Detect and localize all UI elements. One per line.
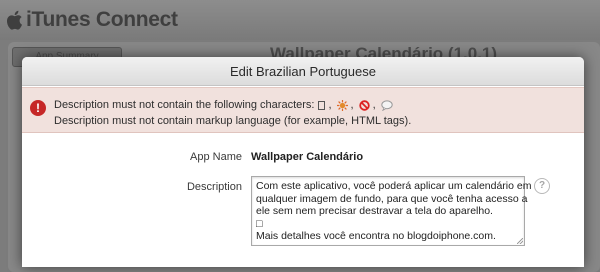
error-message-characters-text: Description must not contain the followi… [54,99,315,111]
app-name-value: Wallpaper Calendário [251,151,364,163]
error-banner: ! Description must not contain the follo… [22,87,584,133]
help-icon[interactable]: ? [534,178,550,194]
box-char-icon [318,100,326,110]
error-icon: ! [30,100,46,116]
description-label: Description [186,181,242,193]
edit-localization-modal: Edit Brazilian Portuguese ! Description … [22,57,584,267]
description-line: qualquer imagem de fundo, para que você … [256,192,528,205]
description-line: □ [256,217,263,230]
description-line: Mais detalhes você encontra no blogdoiph… [256,230,496,242]
error-message-characters: Description must not contain the followi… [54,99,393,111]
apple-logo-icon [7,10,22,30]
error-message-markup: Description must not contain markup lang… [54,115,412,127]
app-header: iTunes Connect [0,0,600,40]
app-name-label: App Name [190,151,242,163]
sparkle-char-icon [336,99,348,111]
speech-bubble-char-icon [380,99,393,111]
description-textarea[interactable]: Com este aplicativo, você poderá aplicar… [251,176,532,246]
prohibited-char-icon [358,99,370,111]
invalid-characters: , , , [318,99,393,111]
description-line: Com este aplicativo, você poderá aplicar… [256,180,532,192]
app-logo: iTunes Connect [6,8,178,32]
description-line: ele sem nem precisar destravar a tela do… [256,205,493,217]
modal-title: Edit Brazilian Portuguese [22,57,584,86]
app-name: iTunes Connect [26,8,178,31]
resize-grip-icon[interactable] [517,238,523,244]
